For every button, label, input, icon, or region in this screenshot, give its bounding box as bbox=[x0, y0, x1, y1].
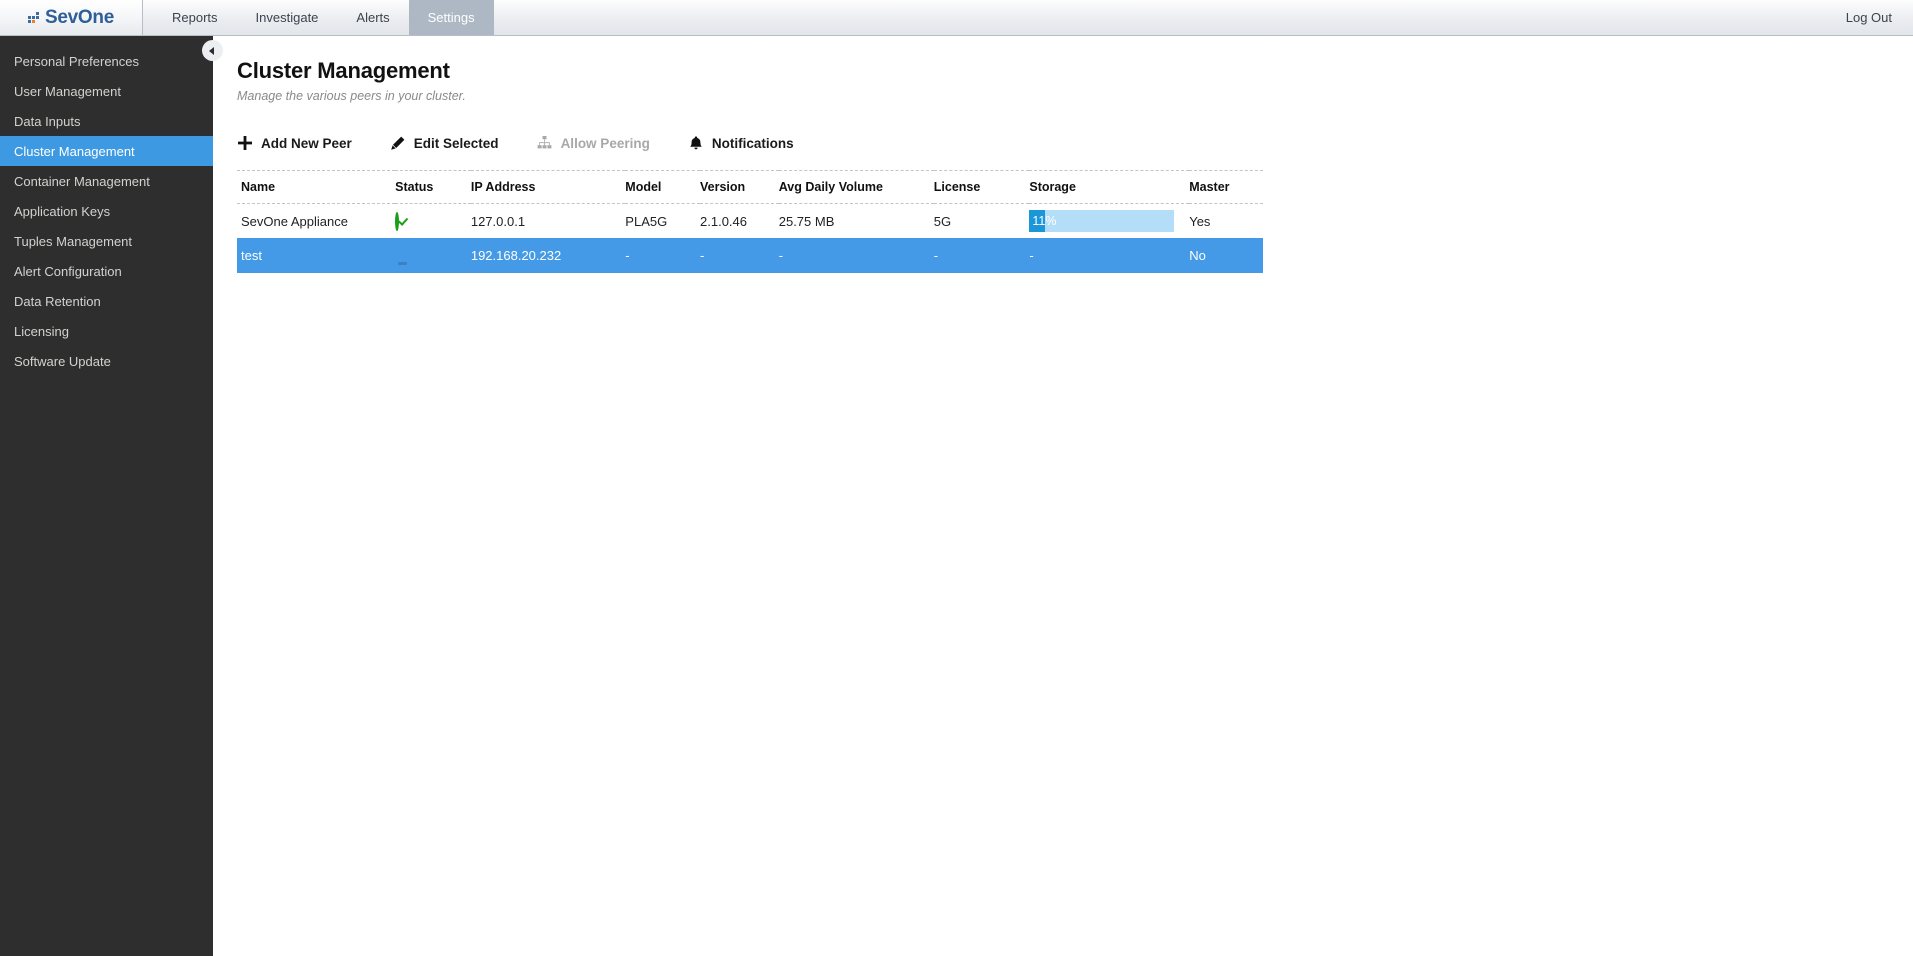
cell-ip-address: 192.168.20.232 bbox=[470, 238, 626, 273]
edit-selected-label: Edit Selected bbox=[413, 135, 499, 151]
bell-icon bbox=[688, 135, 704, 151]
cell-storage: - bbox=[1029, 238, 1190, 273]
cell-avg-daily-volume: 25.75 MB bbox=[778, 213, 835, 229]
column-header-storage[interactable]: Storage bbox=[1029, 170, 1190, 204]
table-row[interactable]: SevOne Appliance 127.0.0.1 PLA5G 2.1.0.4… bbox=[237, 204, 1263, 239]
nav-item-settings[interactable]: Settings bbox=[408, 0, 494, 35]
column-header-ip-address[interactable]: IP Address bbox=[470, 170, 626, 204]
sidebar-top-spacer bbox=[0, 36, 213, 46]
add-new-peer-label: Add New Peer bbox=[261, 135, 352, 151]
column-header-version[interactable]: Version bbox=[700, 170, 779, 204]
nav-item-alerts[interactable]: Alerts bbox=[337, 0, 408, 35]
cell-avg-daily-volume: - bbox=[778, 238, 934, 273]
table-header-row: Name Status IP Address Model Version Avg… bbox=[237, 170, 1263, 204]
sidebar-item-licensing[interactable]: Licensing bbox=[0, 316, 213, 346]
sidebar-item-data-inputs[interactable]: Data Inputs bbox=[0, 106, 213, 136]
allow-peering-label: Allow Peering bbox=[560, 135, 650, 151]
cell-license: - bbox=[933, 238, 1030, 273]
peer-toolbar: Add New Peer Edit Selected Allow Peering… bbox=[237, 131, 1913, 155]
sidebar-item-application-keys[interactable]: Application Keys bbox=[0, 196, 213, 226]
sidebar-item-alert-configuration[interactable]: Alert Configuration bbox=[0, 256, 213, 286]
column-header-master[interactable]: Master bbox=[1189, 170, 1263, 204]
cell-version: - bbox=[700, 238, 779, 273]
sidebar-item-user-management[interactable]: User Management bbox=[0, 76, 213, 106]
settings-sidebar: Personal Preferences User Management Dat… bbox=[0, 36, 213, 956]
sidebar-item-cluster-management[interactable]: Cluster Management bbox=[0, 136, 213, 166]
chevron-left-icon bbox=[209, 46, 214, 55]
main-content: Cluster Management Manage the various pe… bbox=[213, 36, 1913, 956]
cell-status bbox=[395, 238, 471, 273]
cell-license: 5G bbox=[933, 213, 952, 229]
cell-master: No bbox=[1189, 238, 1263, 273]
cell-model: PLA5G bbox=[625, 213, 668, 229]
sidebar-item-software-update[interactable]: Software Update bbox=[0, 346, 213, 376]
logout-button[interactable]: Log Out bbox=[1846, 0, 1913, 35]
plus-icon bbox=[237, 135, 253, 151]
cell-storage: 11% bbox=[1029, 204, 1189, 239]
sidebar-item-personal-preferences[interactable]: Personal Preferences bbox=[0, 46, 213, 76]
peers-table: Name Status IP Address Model Version Avg… bbox=[237, 170, 1263, 273]
nav-item-investigate[interactable]: Investigate bbox=[237, 0, 338, 35]
table-row[interactable]: test 192.168.20.232 - - - - - No bbox=[237, 238, 1263, 273]
cell-name: SevOne Appliance bbox=[241, 213, 348, 229]
cell-status bbox=[395, 204, 471, 239]
notifications-button[interactable]: Notifications bbox=[688, 135, 794, 151]
sevone-logo-icon bbox=[28, 12, 42, 26]
sidebar-collapse-button[interactable] bbox=[202, 40, 223, 61]
allow-peering-button[interactable]: Allow Peering bbox=[537, 135, 650, 151]
column-header-status[interactable]: Status bbox=[395, 170, 471, 204]
cell-name: test bbox=[237, 238, 396, 273]
page-subtitle: Manage the various peers in your cluster… bbox=[237, 89, 466, 103]
sidebar-item-data-retention[interactable]: Data Retention bbox=[0, 286, 213, 316]
column-header-model[interactable]: Model bbox=[625, 170, 701, 204]
edit-selected-button[interactable]: Edit Selected bbox=[390, 135, 499, 151]
cell-version: 2.1.0.46 bbox=[700, 213, 748, 229]
sidebar-item-container-management[interactable]: Container Management bbox=[0, 166, 213, 196]
network-hierarchy-icon bbox=[537, 135, 553, 151]
column-header-name[interactable]: Name bbox=[237, 170, 396, 204]
nav-item-reports[interactable]: Reports bbox=[153, 0, 237, 35]
top-navigation-bar: SevOne Reports Investigate Alerts Settin… bbox=[0, 0, 1913, 36]
sidebar-item-tuples-management[interactable]: Tuples Management bbox=[0, 226, 213, 256]
cell-ip-address: 127.0.0.1 bbox=[470, 213, 526, 229]
status-ok-icon bbox=[395, 211, 400, 231]
cell-model: - bbox=[625, 238, 701, 273]
peers-table-body: SevOne Appliance 127.0.0.1 PLA5G 2.1.0.4… bbox=[237, 204, 1263, 273]
column-header-license[interactable]: License bbox=[933, 170, 1030, 204]
column-header-avg-daily-volume[interactable]: Avg Daily Volume bbox=[778, 170, 934, 204]
app-logo[interactable]: SevOne bbox=[0, 0, 143, 35]
page-title: Cluster Management bbox=[237, 58, 450, 83]
peers-table-header: Name Status IP Address Model Version Avg… bbox=[237, 170, 1263, 204]
pencil-icon bbox=[390, 135, 406, 151]
add-new-peer-button[interactable]: Add New Peer bbox=[237, 135, 352, 151]
notifications-label: Notifications bbox=[711, 135, 794, 151]
storage-progress-label: 11% bbox=[1032, 214, 1057, 228]
main-nav: Reports Investigate Alerts Settings bbox=[153, 0, 494, 35]
logo-text: SevOne bbox=[45, 6, 114, 28]
cell-master: Yes bbox=[1189, 213, 1211, 229]
storage-progress-bar: 11% bbox=[1029, 210, 1175, 232]
